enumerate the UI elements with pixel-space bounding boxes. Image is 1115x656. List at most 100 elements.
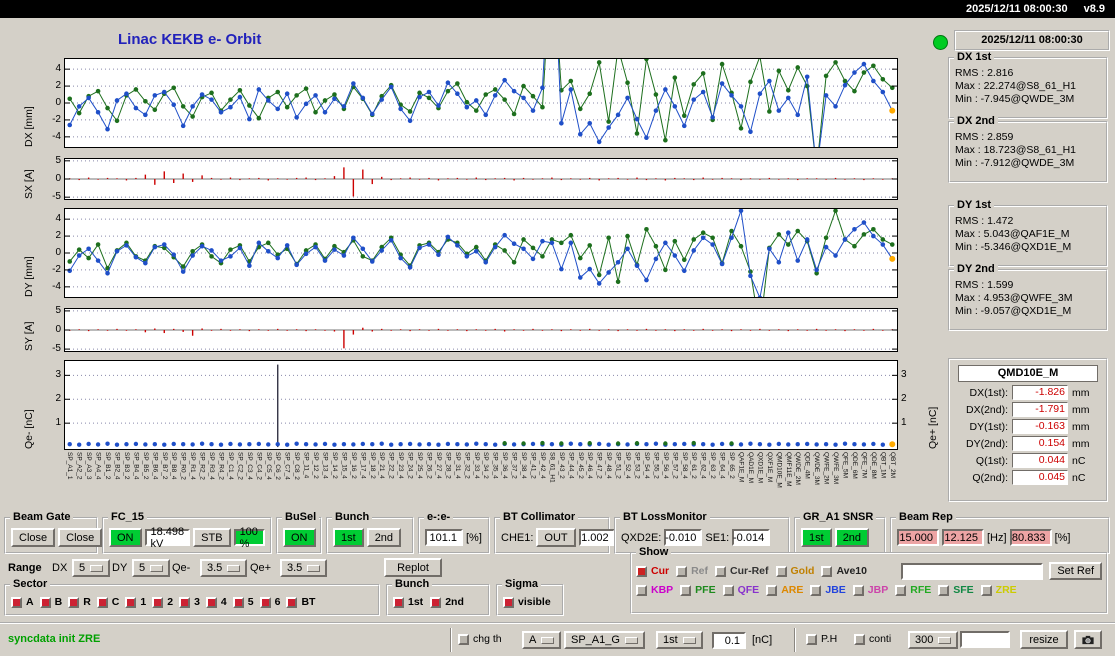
busel-on-button[interactable]: ON xyxy=(283,528,316,547)
show-jbp-checkbox[interactable]: JBP xyxy=(852,584,888,596)
y-axis-label: SY [A] xyxy=(23,321,35,351)
set-ref-button[interactable]: Set Ref xyxy=(1049,562,1102,580)
checkbox-indicator xyxy=(895,584,907,596)
show-are-checkbox[interactable]: ARE xyxy=(766,584,803,596)
chg-th-checkbox[interactable]: chg th xyxy=(458,633,502,645)
x-axis-label: QMD10E_M xyxy=(775,452,783,488)
dropdown-indicator-icon xyxy=(150,564,164,572)
sector-6-checkbox[interactable]: 6 xyxy=(259,596,280,608)
threshold-field[interactable]: 0.1 xyxy=(712,632,746,649)
y-tick-label: -4 xyxy=(52,130,61,142)
interval-value: 300 xyxy=(915,634,934,646)
range-label: Range xyxy=(8,562,42,574)
bunch-2nd-checkbox[interactable]: 2nd xyxy=(430,596,464,608)
monitor-row-value: 0.154 xyxy=(1012,436,1068,451)
x-axis-label: SP_62_4 xyxy=(699,452,707,479)
x-axis-label: SP_14_2 xyxy=(330,452,338,479)
bt-loss-qxd2e-field: -0.010 xyxy=(664,529,703,546)
fc15-on-button[interactable]: ON xyxy=(109,528,142,547)
monitor-select-dropdown[interactable]: SP_A1_G xyxy=(564,631,645,649)
sector-5-checkbox[interactable]: 5 xyxy=(232,596,254,608)
x-axis-label: SP_45_2 xyxy=(576,452,584,479)
replot-button[interactable]: Replot xyxy=(384,558,442,577)
conti-checkbox[interactable]: conti xyxy=(854,633,891,645)
bt-col-out-button[interactable]: OUT xyxy=(536,528,576,547)
checkbox-label: Gold xyxy=(790,565,815,577)
range-dy-dropdown[interactable]: 5 xyxy=(132,559,171,577)
x-axis-label: SP_55_2 xyxy=(652,452,660,479)
range-qep-label: Qe+ xyxy=(250,562,272,574)
sigma-visible-checkbox[interactable]: visible xyxy=(503,596,551,608)
show-qfe-checkbox[interactable]: QFE xyxy=(722,584,759,596)
x-axis-label: QWFE_3M xyxy=(832,452,840,485)
sector-b-checkbox[interactable]: B xyxy=(39,596,62,608)
bunch-checkboxes: 1st 2nd xyxy=(393,596,464,608)
show-cur-checkbox[interactable]: Cur xyxy=(636,565,669,577)
show-sfe-checkbox[interactable]: SFE xyxy=(938,584,974,596)
group-beam-rep: Beam Rep 15.000 12.125 [Hz] 80.833 [%] xyxy=(890,511,1110,554)
range-qep-dropdown[interactable]: 3.5 xyxy=(280,559,328,577)
fc15-stb-button[interactable]: STB xyxy=(193,528,231,547)
show-ave10-checkbox[interactable]: Ave10 xyxy=(821,565,867,577)
range-qem-dropdown[interactable]: 3.5 xyxy=(200,559,248,577)
bt-col-che1-label: CHE1: xyxy=(501,531,534,544)
show-zre-checkbox[interactable]: ZRE xyxy=(980,584,1017,596)
sector-r-checkbox[interactable]: R xyxy=(68,596,91,608)
bunch-1st-button[interactable]: 1st xyxy=(333,528,364,547)
ee-ratio-field: 101.1 xyxy=(425,529,463,546)
x-axis-label: SP_A4_4 xyxy=(94,452,102,480)
bunch-1st-checkbox[interactable]: 1st xyxy=(393,596,423,608)
interval-dropdown[interactable]: 300 xyxy=(908,631,959,649)
beam-gate-close-button-a[interactable]: Close xyxy=(11,528,56,547)
show-jbe-checkbox[interactable]: JBE xyxy=(810,584,846,596)
bunch-select-dropdown[interactable]: 1st xyxy=(656,631,703,649)
gr-snsr-2nd-button[interactable]: 2nd xyxy=(834,528,870,547)
show-gold-checkbox[interactable]: Gold xyxy=(775,565,815,577)
group-title: BT Collimator xyxy=(500,511,579,523)
status-message: syncdata init ZRE xyxy=(8,633,101,645)
sector-a-checkbox[interactable]: A xyxy=(11,596,34,608)
sector-4-checkbox[interactable]: 4 xyxy=(205,596,227,608)
dropdown-indicator-icon xyxy=(90,564,104,572)
x-axis-label: SP_54_4 xyxy=(642,452,650,479)
sector-3-checkbox[interactable]: 3 xyxy=(179,596,200,608)
beam-gate-close-button-b[interactable]: Close xyxy=(58,528,103,547)
monitor-name[interactable]: QMD10E_M xyxy=(958,365,1098,382)
count-input[interactable] xyxy=(960,631,1010,648)
stat-rms: RMS : 1.599 xyxy=(955,279,1014,291)
sector-select-dropdown[interactable]: A xyxy=(522,631,562,649)
x-axis-label: SP_53_2 xyxy=(633,452,641,479)
sector-bt-checkbox[interactable]: BT xyxy=(286,596,315,608)
show-rfe-checkbox[interactable]: RFE xyxy=(895,584,931,596)
checkbox-label: JBE xyxy=(825,584,846,596)
range-dx-dropdown[interactable]: 5 xyxy=(72,559,111,577)
x-axis-label: QBT_1M xyxy=(879,452,887,479)
snapshot-button[interactable] xyxy=(1074,630,1102,649)
group-title: Sigma xyxy=(502,578,542,590)
x-axis-label: SP_41_2 xyxy=(529,452,537,479)
monitor-row: DX(2nd): -1.791 mm xyxy=(956,402,1100,417)
x-axis-label: SP_24_2 xyxy=(406,452,414,479)
show-ref-checkbox[interactable]: Ref xyxy=(676,565,708,577)
show-cur-ref-checkbox[interactable]: Cur-Ref xyxy=(715,565,769,577)
sector-1-checkbox[interactable]: 1 xyxy=(125,596,146,608)
sector-2-checkbox[interactable]: 2 xyxy=(152,596,173,608)
bt-col-value-field: 1.002 xyxy=(578,529,615,546)
ref-file-input[interactable] xyxy=(901,562,1044,580)
show-kbp-checkbox[interactable]: KBP xyxy=(636,584,673,596)
show-pfe-checkbox[interactable]: PFE xyxy=(680,584,716,596)
resize-button[interactable]: resize xyxy=(1020,630,1068,649)
x-axis-label: QWFE_2M xyxy=(822,452,830,485)
x-axis-label: QMF11E_M xyxy=(784,452,792,487)
group-title: GR_A1 SNSR xyxy=(800,511,877,523)
ee-ratio-unit: [%] xyxy=(466,531,482,544)
x-axis-label: SP_R3_4 xyxy=(208,452,216,480)
bunch-2nd-button[interactable]: 2nd xyxy=(366,528,402,547)
checkbox-indicator xyxy=(39,596,51,608)
group-title: Bunch xyxy=(332,511,373,523)
x-axis-label: SP_C2_2 xyxy=(236,452,244,480)
fc15-percent-field: 100 % xyxy=(233,526,265,550)
gr-snsr-1st-button[interactable]: 1st xyxy=(801,528,832,547)
sector-c-checkbox[interactable]: C xyxy=(96,596,119,608)
ph-checkbox[interactable]: P.H xyxy=(806,633,837,645)
